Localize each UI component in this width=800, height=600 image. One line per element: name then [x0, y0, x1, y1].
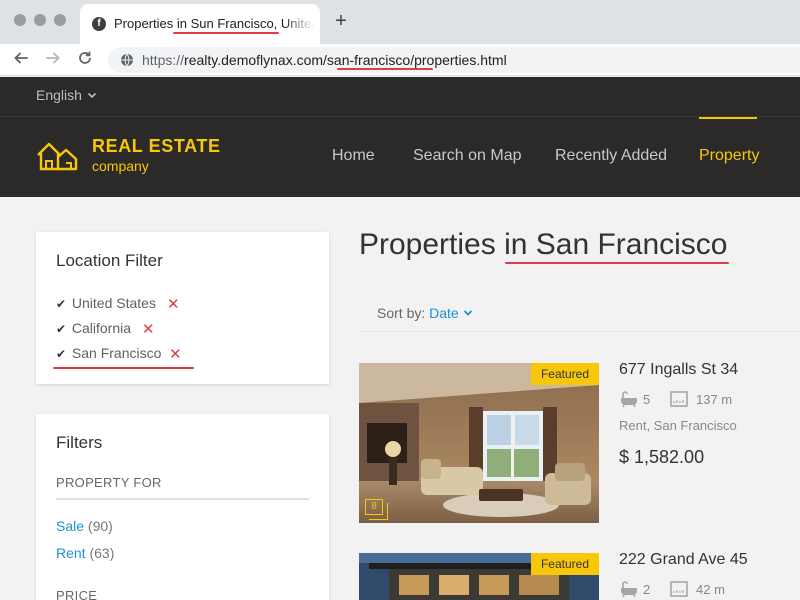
filter-group-property-for[interactable]: PROPERTY FOR [56, 475, 162, 490]
location-item-highlight-underline [53, 367, 194, 369]
listing-type-location: Rent, San Francisco [619, 418, 737, 433]
back-button[interactable] [10, 50, 32, 70]
bathrooms-count: 2 [643, 582, 651, 597]
url-path-highlight-underline [337, 68, 433, 70]
location-filter-item: ✔ United States ✕ [56, 295, 296, 313]
filter-option-label[interactable]: Rent [56, 545, 86, 561]
checkmark-icon: ✔ [56, 322, 67, 336]
remove-x-icon[interactable]: ✕ [167, 295, 180, 313]
area-value: 42 m [696, 582, 725, 597]
location-name[interactable]: United States [72, 295, 156, 311]
browser-address-bar: https://realty.demoflynax.com/san-franci… [0, 44, 800, 76]
house-logo-icon[interactable] [36, 139, 80, 173]
checkmark-icon: ✔ [56, 347, 67, 361]
bathrooms-count: 5 [643, 392, 651, 407]
globe-icon [121, 53, 133, 67]
browser-tab-active[interactable]: f Properties in Sun Francisco, United St… [80, 4, 320, 44]
location-filter-title: Location Filter [56, 251, 163, 270]
language-selector[interactable]: English [36, 87, 82, 103]
living-room-photo [359, 363, 599, 523]
chevron-down-icon[interactable] [86, 89, 98, 101]
reload-button[interactable] [74, 50, 96, 70]
window-close-dot[interactable] [14, 14, 26, 26]
url-scheme: https:// [142, 52, 185, 68]
area-icon [670, 391, 688, 407]
filter-divider [56, 498, 309, 500]
logo-title[interactable]: REAL ESTATE [92, 136, 221, 157]
arrow-left-icon [14, 52, 28, 64]
filter-group-price[interactable]: PRICE [56, 588, 97, 600]
listing-photo[interactable]: Featured 8 [359, 363, 599, 523]
area-value: 137 m [696, 392, 733, 407]
listing-photo[interactable]: Featured [359, 553, 599, 600]
url-field[interactable]: https://realty.demoflynax.com/san-franci… [108, 47, 800, 73]
filter-option-rent[interactable]: Rent (63) [56, 545, 114, 561]
chevron-down-icon[interactable] [463, 309, 473, 317]
location-name[interactable]: California [72, 320, 131, 336]
url-path: /san-francisco/properties.html [323, 52, 507, 68]
filter-option-label[interactable]: Sale [56, 518, 84, 534]
nav-property[interactable]: Property [699, 147, 759, 165]
logo-subtitle[interactable]: company [92, 158, 149, 174]
featured-badge: Featured [530, 553, 599, 575]
filter-option-sale[interactable]: Sale (90) [56, 518, 113, 534]
forward-button[interactable] [42, 50, 64, 70]
remove-x-icon[interactable]: ✕ [169, 345, 182, 363]
filter-option-count: (63) [89, 545, 115, 561]
sort-value[interactable]: Date [429, 305, 459, 321]
page-title-highlight-underline [505, 262, 729, 264]
listing-price: $ 1,582.00 [619, 447, 705, 467]
checkmark-icon: ✔ [56, 297, 67, 311]
featured-badge: Featured [530, 363, 599, 385]
sort-control[interactable]: Sort by: Date [377, 305, 459, 321]
filters-title: Filters [56, 433, 103, 452]
new-tab-plus-icon[interactable]: + [330, 10, 352, 32]
nav-home[interactable]: Home [332, 147, 375, 165]
window-zoom-dot[interactable] [54, 14, 66, 26]
area-icon [670, 581, 688, 597]
photo-count-badge[interactable]: 8 [365, 499, 388, 520]
listing-meta: 2 42 m [619, 581, 799, 599]
sort-bar: Sort by: Date [359, 294, 800, 332]
listing-title[interactable]: 677 Ingalls St 34 [619, 361, 738, 379]
filter-option-count: (90) [87, 518, 113, 534]
page-title: Properties in San Francisco [359, 228, 728, 261]
tab-title: Properties in Sun Francisco, United Stat… [114, 16, 314, 31]
browser-tab-bar: f Properties in Sun Francisco, United St… [0, 0, 800, 44]
location-filter-card: Location Filter ✔ United States ✕ ✔ Cali… [36, 232, 329, 384]
bathtub-icon [621, 391, 637, 407]
site-header: REAL ESTATE company Home Search on Map R… [0, 117, 800, 197]
arrow-right-icon [46, 52, 60, 64]
site-top-strip: English [0, 77, 800, 117]
remove-x-icon[interactable]: ✕ [142, 320, 155, 338]
nav-recently-added[interactable]: Recently Added [555, 147, 667, 165]
sort-label: Sort by: [377, 305, 426, 321]
url-text: https://realty.demoflynax.com/san-franci… [142, 52, 507, 68]
url-host: realty.demoflynax.com [184, 52, 324, 68]
bathtub-icon [621, 581, 637, 597]
tab-title-highlight-underline [173, 32, 279, 34]
nav-active-indicator [699, 117, 757, 119]
location-filter-item: ✔ San Francisco ✕ [56, 345, 296, 363]
favicon-icon: f [92, 17, 106, 31]
listing-title[interactable]: 222 Grand Ave 45 [619, 551, 748, 569]
window-minimize-dot[interactable] [34, 14, 46, 26]
nav-search-on-map[interactable]: Search on Map [413, 147, 522, 165]
reload-icon [79, 51, 91, 64]
location-name[interactable]: San Francisco [72, 345, 161, 361]
filters-card: Filters PROPERTY FOR Sale (90) Rent (63)… [36, 414, 329, 600]
listing-meta: 5 137 m [619, 391, 799, 409]
location-filter-item: ✔ California ✕ [56, 320, 296, 338]
